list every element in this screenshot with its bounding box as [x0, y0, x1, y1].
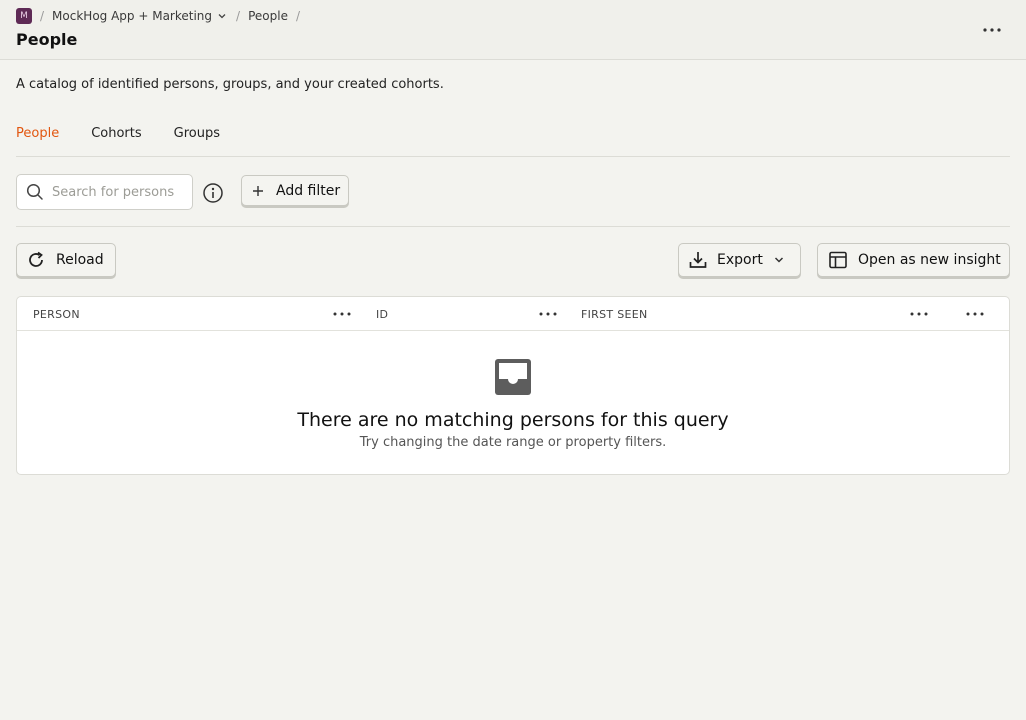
reload-icon [29, 251, 43, 267]
search-box[interactable] [16, 174, 193, 210]
tab-bar: People Cohorts Groups [16, 126, 1010, 157]
add-filter-label: Add filter [276, 182, 341, 199]
breadcrumb: M / MockHog App + Marketing / People / [16, 8, 308, 24]
breadcrumb-separator: / [295, 9, 300, 23]
open-insight-label: Open as new insight [858, 252, 1001, 268]
table-header: PERSON ID FIRST SEEN [17, 297, 1009, 331]
tab-cohorts[interactable]: Cohorts [91, 126, 141, 157]
empty-state-title: There are no matching persons for this q… [297, 409, 729, 431]
tab-groups[interactable]: Groups [174, 126, 220, 157]
page-more-button[interactable] [978, 19, 1006, 41]
page-description: A catalog of identified persons, groups,… [16, 77, 444, 92]
plus-icon [253, 185, 263, 196]
chevron-down-icon [774, 257, 783, 263]
reload-button[interactable]: Reload [16, 243, 116, 277]
export-button[interactable]: Export [678, 243, 801, 277]
add-filter-button[interactable]: Add filter [241, 175, 349, 206]
column-header-id[interactable]: ID [376, 297, 388, 331]
project-avatar[interactable]: M [16, 8, 32, 24]
empty-state-subtitle: Try changing the date range or property … [359, 435, 667, 450]
open-as-new-insight-button[interactable]: Open as new insight [817, 243, 1010, 277]
column-header-first-seen[interactable]: FIRST SEEN [581, 297, 648, 331]
search-input[interactable] [52, 184, 182, 200]
more-icon[interactable] [909, 305, 929, 323]
breadcrumb-separator: / [40, 9, 45, 23]
more-icon[interactable] [332, 305, 352, 323]
chevron-down-icon [218, 14, 226, 19]
column-header-person[interactable]: PERSON [33, 297, 80, 331]
search-info-button[interactable] [202, 182, 224, 204]
top-bar: M / MockHog App + Marketing / People / P… [0, 0, 1026, 60]
project-switcher[interactable]: MockHog App + Marketing [52, 9, 228, 23]
filter-bar: Add filter [16, 174, 1010, 227]
download-icon [689, 252, 707, 268]
more-icon [983, 28, 1001, 32]
page-title: People [16, 30, 78, 49]
breadcrumb-section[interactable]: People [248, 9, 288, 23]
more-icon[interactable] [965, 305, 985, 323]
reload-label: Reload [56, 252, 104, 268]
project-name: MockHog App + Marketing [52, 9, 213, 23]
inbox-icon [495, 359, 531, 395]
table-icon [829, 251, 847, 269]
persons-table: PERSON ID FIRST SEEN There are no matchi… [16, 296, 1010, 475]
export-label: Export [717, 252, 763, 268]
more-icon[interactable] [538, 305, 558, 323]
info-icon [203, 183, 223, 203]
tab-people[interactable]: People [16, 126, 59, 157]
breadcrumb-separator: / [236, 9, 241, 23]
search-icon [26, 183, 43, 200]
